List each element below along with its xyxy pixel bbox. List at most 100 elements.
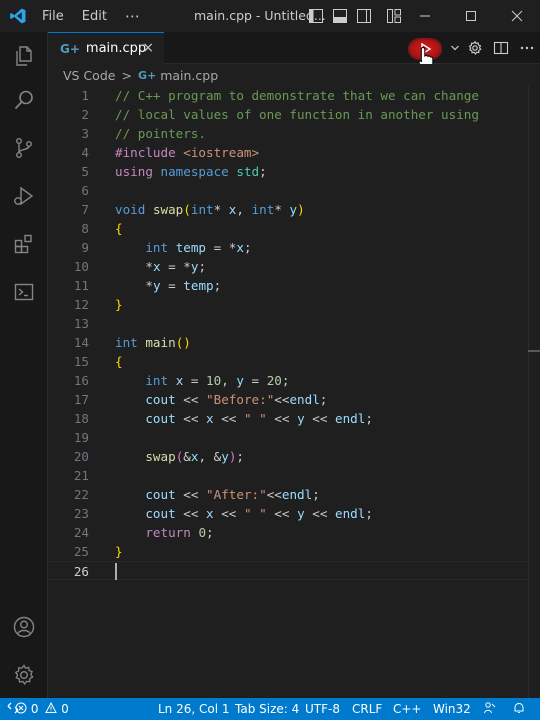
customize-layout-icon[interactable] (386, 8, 402, 24)
code-line[interactable]: swap(&x, &y); (115, 447, 244, 466)
language-mode[interactable]: C++ (393, 698, 422, 720)
line-number: 7 (81, 202, 89, 217)
code-line[interactable]: *x = *y; (115, 257, 206, 276)
more-actions-icon[interactable] (514, 32, 540, 64)
problems-indicator[interactable]: 0 0 (15, 698, 69, 720)
line-number: 9 (81, 240, 89, 255)
terminal-icon[interactable] (0, 268, 48, 316)
breadcrumb-separator: > (121, 67, 132, 83)
close-window-icon[interactable] (494, 0, 540, 32)
line-number: 23 (73, 506, 89, 521)
breadcrumb-root[interactable]: VS Code (63, 68, 115, 83)
line-number: 25 (73, 544, 89, 559)
encoding[interactable]: UTF-8 (305, 698, 340, 720)
code-editor[interactable]: 1 // C++ program to demonstrate that we c… (48, 86, 540, 698)
code-line[interactable]: void swap(int* x, int* y) (115, 200, 305, 219)
line-number: 21 (73, 468, 89, 483)
line-number: 17 (73, 392, 89, 407)
code-line[interactable]: int temp = *x; (115, 238, 251, 257)
code-line[interactable]: cout << "Before:"<<endl; (115, 390, 327, 409)
code-line[interactable]: cout << "After:"<<endl; (115, 485, 319, 504)
code-line[interactable]: { (115, 352, 123, 371)
line-number: 8 (81, 221, 89, 236)
error-count: 0 (30, 702, 39, 716)
line-number: 16 (73, 373, 89, 388)
line-number: 22 (73, 487, 89, 502)
explorer-icon[interactable] (0, 32, 48, 80)
source-control-icon[interactable] (0, 124, 48, 172)
cpp-file-icon: G+ (137, 68, 157, 82)
line-number: 18 (73, 411, 89, 426)
title-bar: File Edit ⋯ main.cpp - Untitled... (0, 0, 540, 32)
line-number: 4 (81, 145, 89, 160)
editor-tabs: G+ main.cpp × (48, 32, 540, 64)
run-dropdown-chevron-icon[interactable] (448, 32, 462, 64)
toggle-primary-sidebar-icon[interactable] (308, 8, 324, 24)
notifications-bell-icon[interactable] (512, 698, 526, 720)
close-tab-icon[interactable]: × (142, 40, 154, 56)
toggle-panel-icon[interactable] (332, 8, 348, 24)
cpp-file-icon: G+ (60, 41, 80, 56)
maximize-icon[interactable] (448, 0, 494, 32)
editor-scrollbar[interactable] (528, 86, 540, 698)
line-number: 20 (73, 449, 89, 464)
vscode-logo-icon (0, 0, 36, 32)
code-line[interactable]: int main() (115, 333, 191, 352)
menu-edit[interactable]: Edit (82, 9, 107, 24)
line-number: 1 (81, 88, 89, 103)
window-title: main.cpp - Untitled... (194, 8, 326, 23)
run-debug-icon[interactable] (0, 172, 48, 220)
code-line[interactable]: return 0; (115, 523, 213, 542)
line-number: 24 (73, 525, 89, 540)
line-number: 10 (73, 259, 89, 274)
tab-label: main.cpp (85, 41, 147, 56)
end-of-line[interactable]: CRLF (352, 698, 382, 720)
split-editor-icon[interactable] (488, 32, 514, 64)
minimize-icon[interactable] (402, 0, 448, 32)
code-line[interactable]: // C++ program to demonstrate that we ca… (115, 86, 479, 105)
code-line[interactable]: #include <iostream> (115, 143, 259, 162)
line-number: 6 (81, 183, 89, 198)
line-number: 3 (81, 126, 89, 141)
code-line[interactable]: } (115, 542, 123, 561)
code-line[interactable]: using namespace std; (115, 162, 267, 181)
menu-file[interactable]: File (42, 9, 64, 24)
toggle-secondary-sidebar-icon[interactable] (356, 8, 372, 24)
menu-more[interactable]: ⋯ (125, 7, 140, 25)
text-cursor (115, 563, 117, 580)
account-icon[interactable] (0, 603, 48, 651)
status-bar: 0 0 Ln 26, Col 1 Tab Size: 4 UTF-8 CRLF … (0, 698, 540, 720)
code-line[interactable]: cout << x << " " << y << endl; (115, 409, 373, 428)
code-line[interactable]: // local values of one function in anoth… (115, 105, 479, 124)
line-number: 12 (73, 297, 89, 312)
code-line[interactable]: // pointers. (115, 124, 206, 143)
extensions-icon[interactable] (0, 220, 48, 268)
warning-count: 0 (61, 702, 69, 716)
activity-bar (0, 32, 48, 698)
warning-icon (45, 701, 61, 716)
cursor-position[interactable]: Ln 26, Col 1 (158, 698, 230, 720)
code-line[interactable]: cout << x << " " << y << endl; (115, 504, 373, 523)
line-number: 26 (73, 564, 89, 579)
tab-main-cpp[interactable]: G+ main.cpp × (48, 32, 164, 64)
settings-gear-icon[interactable] (462, 32, 488, 64)
error-icon (15, 702, 31, 716)
line-number: 19 (73, 430, 89, 445)
platform-config[interactable]: Win32 (433, 698, 471, 720)
code-line[interactable]: } (115, 295, 123, 314)
code-line[interactable]: int x = 10, y = 20; (115, 371, 289, 390)
line-number: 13 (73, 316, 89, 331)
line-number: 15 (73, 354, 89, 369)
breadcrumb-file[interactable]: main.cpp (160, 68, 218, 83)
line-number: 14 (73, 335, 89, 350)
tab-size[interactable]: Tab Size: 4 (235, 698, 299, 720)
feedback-icon[interactable] (483, 698, 497, 720)
manage-gear-icon[interactable] (0, 651, 48, 699)
search-icon[interactable] (0, 76, 48, 124)
line-number: 2 (81, 107, 89, 122)
line-number: 11 (73, 278, 89, 293)
code-line[interactable]: *y = temp; (115, 276, 221, 295)
breadcrumb: VS Code > G+ main.cpp (48, 64, 540, 86)
code-line[interactable]: { (115, 219, 123, 238)
scrollbar-cursor-marker (528, 350, 540, 352)
